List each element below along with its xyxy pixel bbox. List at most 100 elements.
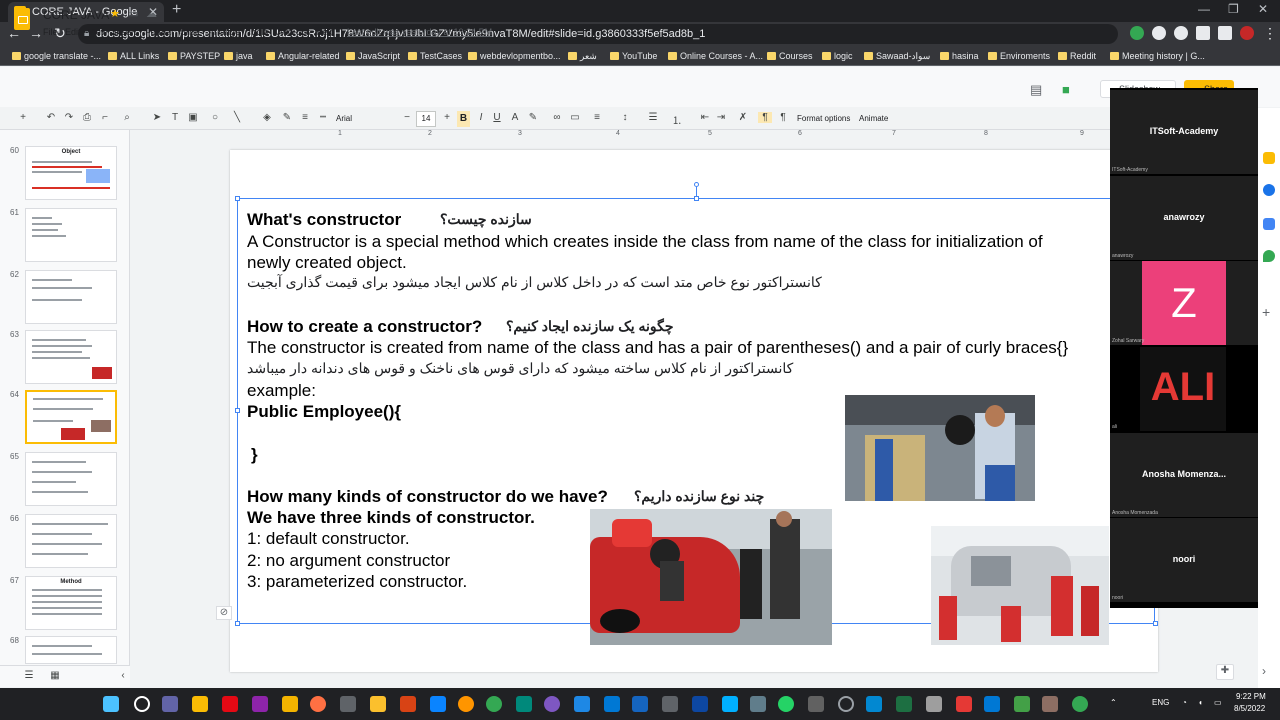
slide-thumbnail[interactable] <box>25 514 117 568</box>
border-weight-icon[interactable]: ≡ <box>298 112 312 123</box>
expand-panel-icon[interactable]: › <box>1262 664 1266 678</box>
bookmark-item[interactable]: JavaScript <box>344 46 400 66</box>
bookmark-item[interactable]: Sawaad-سواد <box>862 46 930 66</box>
extension-icon[interactable] <box>1174 26 1188 40</box>
app-icon[interactable] <box>430 696 446 712</box>
participant-tile[interactable]: Z Zohal Sarwary <box>1110 261 1258 345</box>
border-dash-icon[interactable]: ┅ <box>316 112 330 123</box>
font-size-input[interactable]: 14 <box>416 111 436 127</box>
align-icon[interactable]: ≡ <box>590 112 604 123</box>
shape-icon[interactable]: ○ <box>208 112 222 123</box>
bookmark-item[interactable]: Angular-related <box>264 46 340 66</box>
explore-icon[interactable]: ✚ <box>1216 664 1234 680</box>
menu-slide[interactable]: Slide <box>180 27 200 37</box>
collapse-panel-icon[interactable]: ‹ <box>116 670 130 681</box>
bookmark-item[interactable]: شعر <box>566 46 597 66</box>
highlight-icon[interactable]: ✎ <box>526 112 540 123</box>
slide-thumbnail[interactable]: Object <box>25 146 117 200</box>
powerpoint-icon[interactable] <box>400 696 416 712</box>
resize-handle[interactable] <box>1153 621 1158 626</box>
clock-time[interactable]: 9:22 PM <box>1236 692 1266 701</box>
menu-view[interactable]: View <box>88 27 107 37</box>
resize-handle[interactable] <box>235 621 240 626</box>
app-icon[interactable] <box>866 696 882 712</box>
volume-icon[interactable]: ◖ <box>1198 698 1203 707</box>
last-edit-link[interactable]: Last edit was yesterday at 10:24 PM <box>347 27 492 37</box>
app-icon[interactable] <box>838 696 854 712</box>
redo-icon[interactable]: ↷ <box>62 112 76 123</box>
close-window-icon[interactable]: ✕ <box>1258 2 1268 16</box>
new-tab-icon[interactable]: + <box>172 1 181 19</box>
bookmark-item[interactable]: TestCases <box>406 46 462 66</box>
bookmark-item[interactable]: google translate -... <box>10 46 101 66</box>
teams-icon[interactable] <box>162 696 178 712</box>
menu-insert[interactable]: Insert <box>114 27 137 37</box>
hide-toolbar-icon[interactable]: ⊘ <box>216 606 232 620</box>
side-panel-icon[interactable] <box>1218 26 1232 40</box>
menu-help[interactable]: Help <box>316 27 335 37</box>
contacts-icon[interactable] <box>1263 218 1275 230</box>
numbered-list-icon[interactable]: ⒈ <box>670 112 684 127</box>
image-icon[interactable]: ▣ <box>186 112 200 123</box>
bookmark-item[interactable]: hasina <box>938 46 979 66</box>
wifi-icon[interactable]: ◔ <box>1182 698 1187 707</box>
word-icon[interactable] <box>632 696 648 712</box>
firefox-icon[interactable] <box>458 696 474 712</box>
google-slides-logo-icon[interactable] <box>14 8 30 30</box>
extension-icon[interactable] <box>1152 26 1166 40</box>
filmstrip-view-icon[interactable]: ▦ <box>48 670 62 681</box>
battery-icon[interactable]: ▭ <box>1214 698 1222 707</box>
app-icon[interactable] <box>282 696 298 712</box>
increase-font-icon[interactable]: + <box>440 112 454 123</box>
decrease-indent-icon[interactable]: ⇤ <box>698 112 712 123</box>
bookmark-item[interactable]: PAYSTEP <box>166 46 220 66</box>
slide-thumbnail[interactable] <box>25 452 117 506</box>
start-icon[interactable] <box>103 696 119 712</box>
slide-thumbnail-selected[interactable] <box>25 390 117 444</box>
menu-format[interactable]: Format <box>145 27 174 37</box>
search-icon[interactable] <box>134 696 150 712</box>
menu-tools[interactable]: Tools <box>247 27 268 37</box>
chrome-icon[interactable] <box>486 696 502 712</box>
decrease-font-icon[interactable]: − <box>400 112 414 123</box>
menu-edit[interactable]: Edit <box>65 27 81 37</box>
comment-icon[interactable]: ▭ <box>568 112 582 123</box>
move-folder-icon[interactable]: ▭ <box>128 7 138 20</box>
bookmark-item[interactable]: logic <box>820 46 853 66</box>
print-icon[interactable]: ⎙ <box>80 112 94 123</box>
extension-icon[interactable] <box>1130 26 1144 40</box>
border-color-icon[interactable]: ✎ <box>280 112 294 123</box>
app-icon[interactable] <box>310 696 326 712</box>
app-icon[interactable] <box>750 696 766 712</box>
participant-tile[interactable]: ALI ali <box>1110 347 1258 431</box>
increase-indent-icon[interactable]: ⇥ <box>714 112 728 123</box>
slide-thumbnail[interactable] <box>25 330 117 384</box>
text-box-icon[interactable]: T <box>168 112 182 123</box>
more-menu-icon[interactable]: ⋮ <box>1262 25 1278 42</box>
clear-formatting-icon[interactable]: ✗ <box>736 112 750 123</box>
bookmark-item[interactable]: webdevlopmentbo... <box>466 46 561 66</box>
resize-handle[interactable] <box>694 196 699 201</box>
whatsapp-icon[interactable] <box>778 696 794 712</box>
bold-button[interactable]: B <box>457 111 470 127</box>
minimize-icon[interactable]: — <box>1198 2 1210 16</box>
vscode-icon[interactable] <box>604 696 620 712</box>
bookmark-item[interactable]: ALL Links <box>106 46 159 66</box>
fill-color-icon[interactable]: ◈ <box>260 112 274 123</box>
app-icon[interactable] <box>516 696 532 712</box>
app-icon[interactable] <box>340 696 356 712</box>
animate-button[interactable]: Animate <box>859 111 888 127</box>
restore-icon[interactable]: ❐ <box>1228 2 1239 16</box>
clock-date[interactable]: 8/5/2022 <box>1234 704 1265 713</box>
format-options-button[interactable]: Format options <box>797 111 850 127</box>
maps-icon[interactable] <box>1263 250 1275 262</box>
app-icon[interactable] <box>574 696 590 712</box>
app-icon[interactable] <box>956 696 972 712</box>
language-indicator[interactable]: ENG <box>1152 698 1169 707</box>
participant-tile[interactable]: ITSoft-Academy ITSoft-Academy <box>1110 90 1258 174</box>
keep-icon[interactable] <box>1263 152 1275 164</box>
app-icon[interactable] <box>926 696 942 712</box>
app-icon[interactable] <box>544 696 560 712</box>
bookmark-item[interactable]: Enviroments <box>986 46 1050 66</box>
ltr-icon[interactable]: ¶ <box>776 112 790 123</box>
